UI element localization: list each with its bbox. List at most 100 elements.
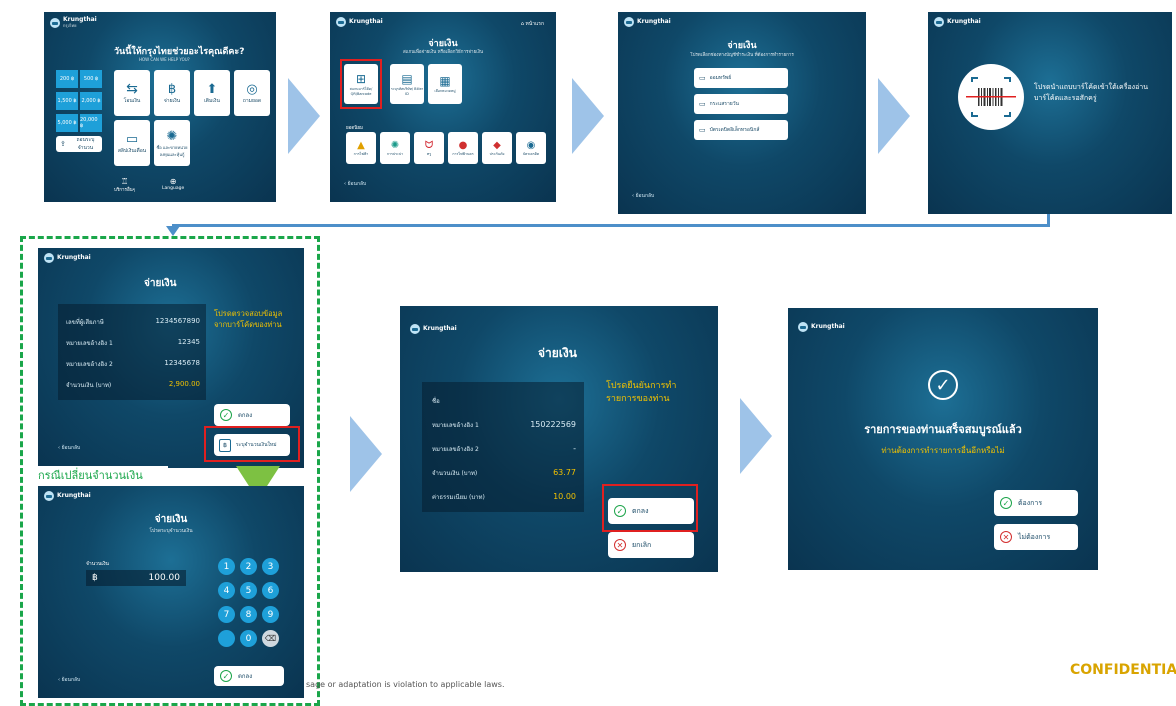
true-logo-icon: ᗢ [424,139,434,151]
biller-label: ประกันภัย [489,151,505,156]
key-0[interactable]: 0 [240,630,257,647]
footer-disclaimer: sage or adaptation is violation to appli… [306,680,505,689]
biller-button[interactable]: ✺ การประปา [380,132,410,164]
change-amount-label: กรณีเปลี่ยนจำนวนเงิน [26,466,168,486]
services-label: บริการอื่นๆ [114,188,136,193]
row-label: หมายเลขอ้างอิง 1 [432,422,479,429]
amount-button[interactable]: 5,000 ฿ [56,114,78,132]
row-value: 150222569 [530,420,576,429]
chevron-left-icon: ‹ [632,193,634,199]
highlight-box [204,426,300,462]
no-button[interactable]: ✕ ไม่ต้องการ [994,524,1078,550]
close-circle-icon: ✕ [614,539,626,551]
biller-button[interactable]: ● การไฟฟ้านคร [448,132,478,164]
biller-id-button[interactable]: ▤ ระบุรหัสบริษัท/ Biller ID [390,64,424,104]
card-icon: ▭ [699,126,706,134]
check-circle-icon: ✓ [1000,497,1012,509]
krungthai-logo-icon [934,17,944,27]
card-logo-icon: ◉ [526,139,536,151]
key-6[interactable]: 6 [262,582,279,599]
back-button[interactable]: ‹ ย้อนกลับ [632,192,654,200]
gear-icon: ✺ [390,139,400,151]
ok-button[interactable]: ✓ ตกลง [214,404,290,426]
amount-value: 100.00 [148,573,181,583]
biller-button[interactable]: ◆ ประกันภัย [482,132,512,164]
menu-slip-button[interactable]: ▭ สลิปเงินเดือน [114,120,150,166]
row-value: 2,900.00 [168,380,200,388]
menu-balance-button[interactable]: ◎ ถามยอด [234,70,270,116]
home-link[interactable]: ⌂ หน้าแรก [521,20,544,28]
page-subtitle: HOW CAN WE HELP YOU? [139,57,190,62]
menu-topup-button[interactable]: ⬆ เติมเงิน [194,70,230,116]
yes-button[interactable]: ✓ ต้องการ [994,490,1078,516]
ok-button[interactable]: ✓ ตกลง [214,666,284,686]
cancel-label: ยกเลิก [632,540,652,549]
topup-icon: ⬆ [206,81,218,97]
language-link[interactable]: ⊕ Language [162,177,184,191]
key-1[interactable]: 1 [218,558,235,575]
current-button[interactable]: ▭ กระแสรายวัน [694,94,788,114]
screen-enter-amount: Krungthai จ่ายเงิน โปรดระบุจำนวนเงิน จำน… [38,486,304,698]
back-button[interactable]: ‹ ย้อนกลับ [58,444,80,452]
confidential-label: CONFIDENTIA [1070,662,1176,678]
amount-button[interactable]: 20,000 ฿ [80,114,102,132]
backspace-icon: ⌫ [264,634,277,643]
detail-row: เลขที่ผู้เสียภาษี 1234567890 [66,317,200,327]
amount-button[interactable]: 1,500 ฿ [56,92,78,110]
back-button[interactable]: ‹ ย้อนกลับ [58,676,80,684]
other-services-link[interactable]: ♖ บริการอื่นๆ [114,177,135,193]
flow-arrow [350,416,382,492]
amount-button[interactable]: 200 ฿ [56,70,78,88]
row-value: 12345678 [164,359,200,367]
key-5[interactable]: 5 [240,582,257,599]
brand-name: Krungthai [637,18,671,25]
debit-card-button[interactable]: ▭ บัตรเดบิตอิเล็กทรอนิกส์ [694,120,788,140]
biller-button[interactable]: ▲ การไฟฟ้า [346,132,376,164]
slip-icon: ▭ [125,131,139,147]
key-4[interactable]: 4 [218,582,235,599]
menu-fund-button[interactable]: ✺ ซื้อ และขายหน่วยลงทุนและหุ้นกู้ [154,120,190,166]
key-8[interactable]: 8 [240,606,257,623]
amount-button[interactable]: 2,000 ฿ [80,92,102,110]
biller-button[interactable]: ᗢ ทรู [414,132,444,164]
back-button[interactable]: ‹ ย้อนกลับ [344,180,366,188]
option-label: ระบุรหัสบริษัท/ Biller ID [390,87,424,96]
flow-arrow [572,78,604,154]
brand-name: Krungthai [349,18,383,25]
key-blank[interactable] [218,630,235,647]
highlight-box [602,484,698,532]
row-label: ค่าธรรมเนียม (บาท) [432,494,485,501]
menu-pay-button[interactable]: ฿จ่ายเงิน [154,70,190,116]
page-title: วันนี้ให้กรุงไทยช่วยอะไรคุณดีคะ? [114,47,245,57]
category-button[interactable]: ▦ เลือกหมวดหมู่ [428,64,462,104]
ok-label: ตกลง [238,673,253,680]
biller-button[interactable]: ◉ บัตรเครดิต [516,132,546,164]
amount-field[interactable]: ฿ 100.00 [86,570,186,586]
cancel-button[interactable]: ✕ ยกเลิก [608,532,694,558]
option-label: ออมทรัพย์ [709,75,732,81]
gear-icon: ✺ [166,128,178,144]
screen-scan-barcode: Krungthai โปรดนำแถบบาร์โค้ดเข้าใต้เครื่อ… [928,12,1172,214]
detail-row: ชื่อ [432,396,576,406]
savings-button[interactable]: ▭ ออมทรัพย์ [694,68,788,88]
backspace-key[interactable]: ⌫ [262,630,279,647]
biller-label: การไฟฟ้า [353,151,369,156]
key-2[interactable]: 2 [240,558,257,575]
menu-transfer-button[interactable]: ⇆ โอนเงิน [114,70,150,116]
balance-icon: ◎ [246,81,258,97]
menu-label: เติมเงิน [204,97,220,104]
screen-main-menu: Krungthai กรุงไทย วันนี้ให้กรุงไทยช่วยอะไ… [44,12,276,202]
krungthai-logo: Krungthai กรุงไทย [50,17,97,29]
krungthai-logo: Krungthai [798,322,845,332]
krungthai-logo: Krungthai [624,17,671,27]
screen-success: Krungthai ✓ รายการของท่านเสร็จสมบูรณ์แล้… [788,308,1098,570]
other-amount-button[interactable]: ⇪ ถอนระบุจำนวน [56,136,102,152]
flow-arrow [878,78,910,154]
key-3[interactable]: 3 [262,558,279,575]
key-7[interactable]: 7 [218,606,235,623]
row-label: หมายเลขอ้างอิง 2 [432,446,479,453]
amount-button[interactable]: 500 ฿ [80,70,102,88]
row-value: 12345 [177,338,200,346]
detail-row: ค่าธรรมเนียม (บาท) 10.00 [432,492,576,502]
key-9[interactable]: 9 [262,606,279,623]
